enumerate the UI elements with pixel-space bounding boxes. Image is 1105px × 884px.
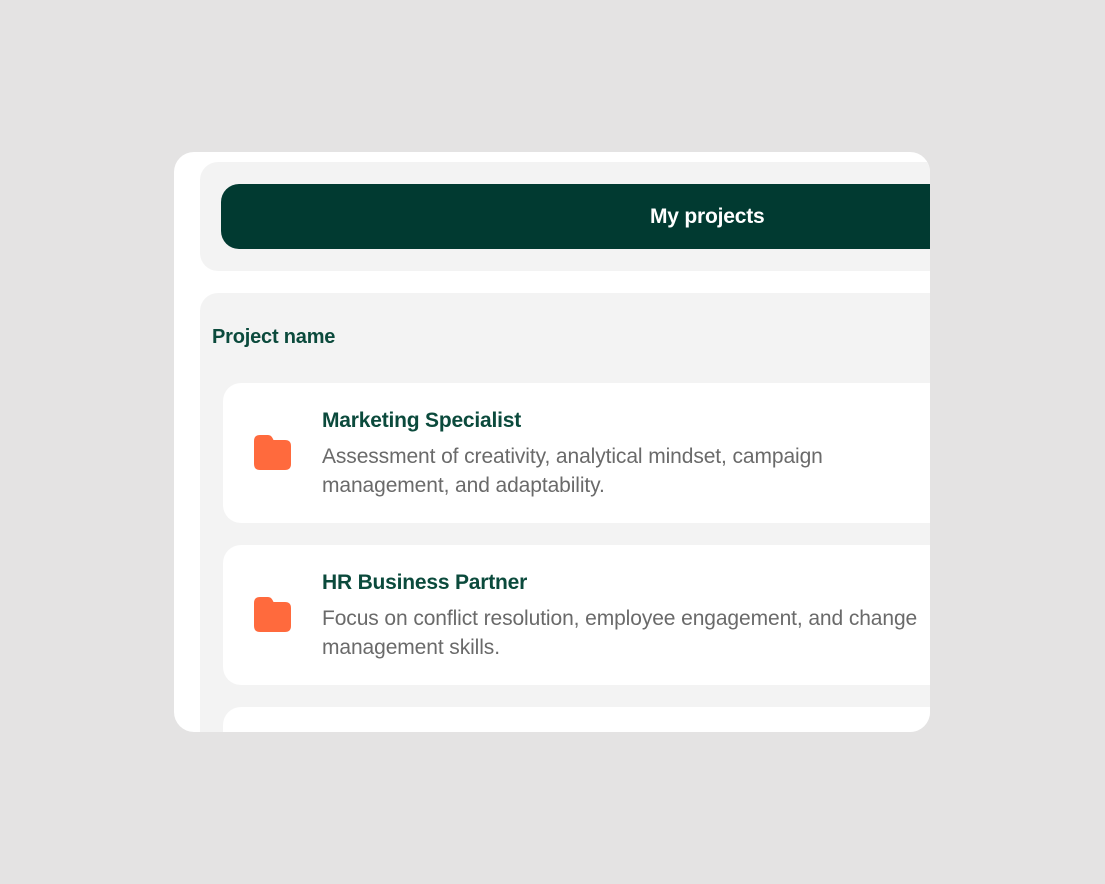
folder-icon xyxy=(254,435,291,471)
project-title: HR Business Partner xyxy=(322,571,528,594)
tabs-panel: My projects xyxy=(200,162,930,271)
folder-icon xyxy=(254,597,291,633)
project-row-partial[interactable] xyxy=(223,707,930,732)
tab-my-projects[interactable]: My projects xyxy=(221,184,930,249)
project-description: Focus on conflict resolution, employee e… xyxy=(322,607,918,659)
column-header-project-name: Project name xyxy=(212,326,336,348)
project-row[interactable]: Marketing Specialist Assessment of creat… xyxy=(223,383,930,523)
project-row[interactable]: HR Business Partner Focus on conflict re… xyxy=(223,545,930,685)
projects-card: My projects Project name Marketing Speci… xyxy=(174,152,930,732)
project-title: Marketing Specialist xyxy=(322,409,522,432)
project-description: Assessment of creativity, analytical min… xyxy=(322,445,823,497)
tab-my-projects-label: My projects xyxy=(650,205,765,228)
